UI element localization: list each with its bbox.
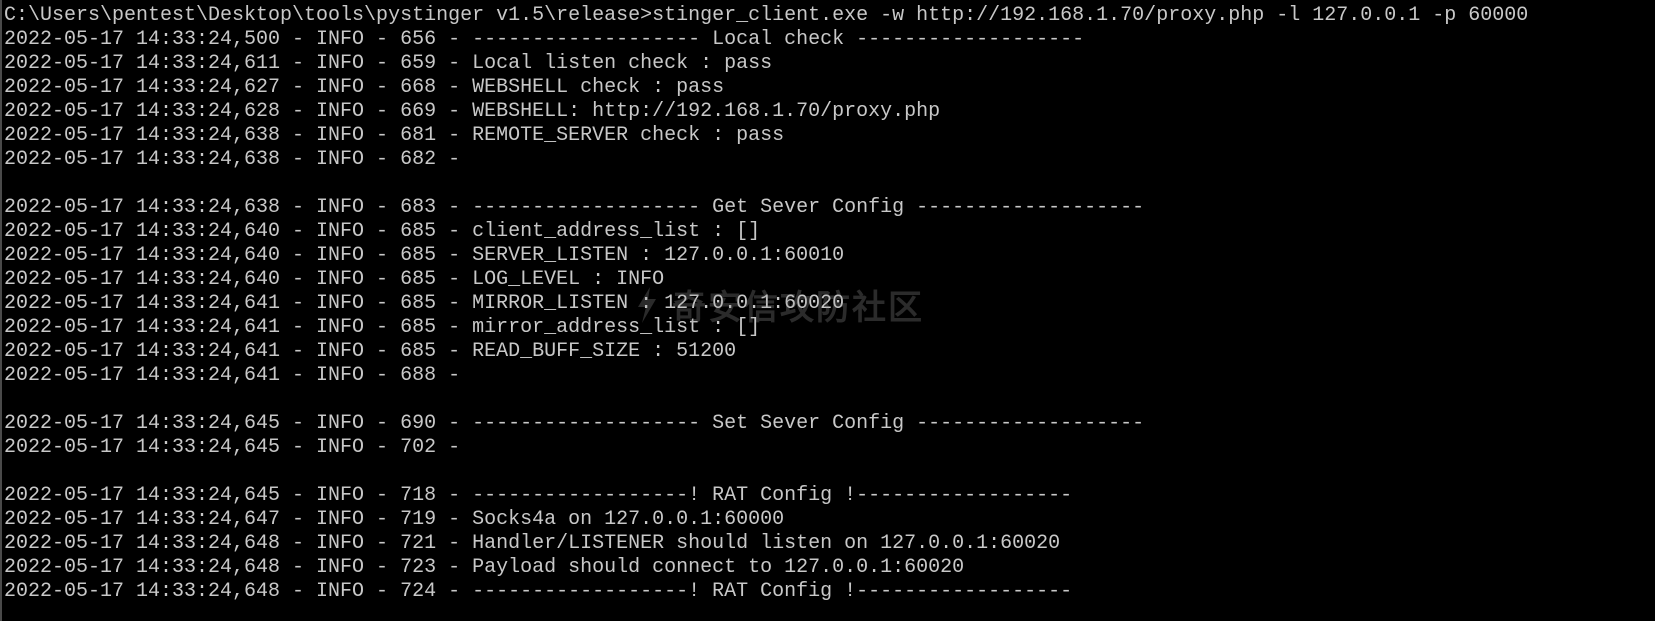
console-line: 2022-05-17 14:33:24,647 - INFO - 719 - S… [4, 508, 785, 531]
console-line: 2022-05-17 14:33:24,641 - INFO - 688 - [4, 364, 473, 387]
console-window[interactable]: C:\Users\pentest\Desktop\tools\pystinger… [0, 0, 1655, 621]
console-line: 2022-05-17 14:33:24,641 - INFO - 685 - m… [4, 316, 761, 339]
console-line: 2022-05-17 14:33:24,638 - INFO - 681 - R… [4, 124, 785, 147]
console-line: 2022-05-17 14:33:24,638 - INFO - 683 - -… [4, 196, 1145, 219]
console-line: 2022-05-17 14:33:24,500 - INFO - 656 - -… [4, 28, 1085, 51]
console-line: 2022-05-17 14:33:24,645 - INFO - 690 - -… [4, 412, 1145, 435]
console-line: 2022-05-17 14:33:24,648 - INFO - 723 - P… [4, 556, 965, 579]
console-line: 2022-05-17 14:33:24,611 - INFO - 659 - L… [4, 52, 773, 75]
console-line: C:\Users\pentest\Desktop\tools\pystinger… [4, 4, 1529, 27]
console-line: 2022-05-17 14:33:24,640 - INFO - 685 - S… [4, 244, 845, 267]
console-line: 2022-05-17 14:33:24,628 - INFO - 669 - W… [4, 100, 941, 123]
console-line: 2022-05-17 14:33:24,641 - INFO - 685 - M… [4, 292, 845, 315]
console-line: 2022-05-17 14:33:24,641 - INFO - 685 - R… [4, 340, 737, 363]
console-line: 2022-05-17 14:33:24,638 - INFO - 682 - [4, 148, 473, 171]
console-line: 2022-05-17 14:33:24,640 - INFO - 685 - L… [4, 268, 665, 291]
console-line: 2022-05-17 14:33:24,648 - INFO - 721 - H… [4, 532, 1061, 555]
console-line: 2022-05-17 14:33:24,627 - INFO - 668 - W… [4, 76, 725, 99]
console-line: 2022-05-17 14:33:24,645 - INFO - 718 - -… [4, 484, 1073, 507]
console-line: 2022-05-17 14:33:24,645 - INFO - 702 - [4, 436, 473, 459]
console-line: 2022-05-17 14:33:24,640 - INFO - 685 - c… [4, 220, 761, 243]
console-line: 2022-05-17 14:33:24,648 - INFO - 724 - -… [4, 580, 1073, 603]
